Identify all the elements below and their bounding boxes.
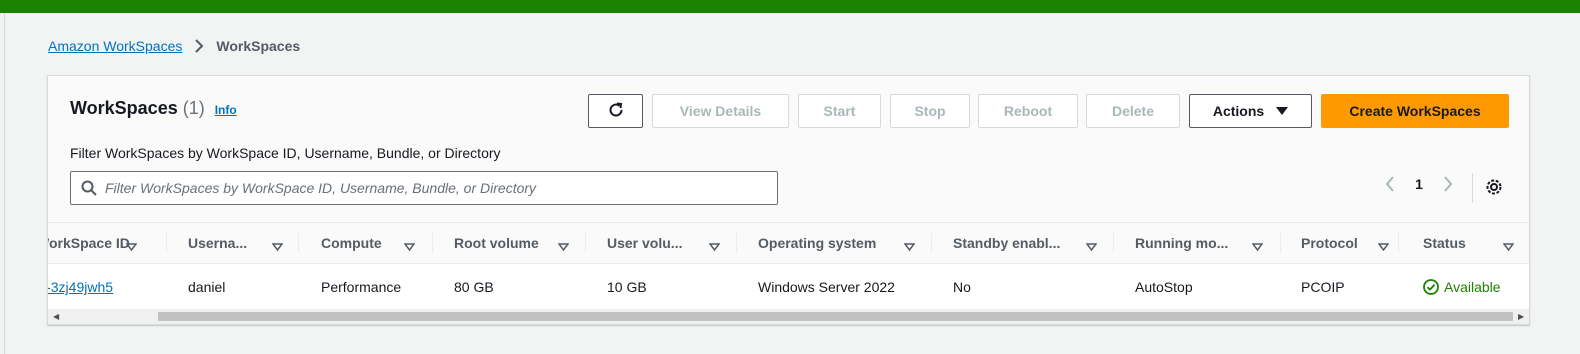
title-text: WorkSpaces — [70, 98, 178, 118]
cell-username: daniel — [188, 279, 226, 295]
divider — [1472, 173, 1473, 203]
column-label: Status — [1423, 235, 1466, 251]
search-box — [70, 171, 778, 205]
table-row[interactable]: ws-3zj49jwh5 daniel Performance 80 GB 10… — [48, 265, 1529, 309]
workspaces-panel: WorkSpaces (1) Info View Details Start S… — [47, 75, 1530, 325]
create-workspaces-button[interactable]: Create WorkSpaces — [1321, 94, 1509, 128]
cell-status: Available — [1423, 265, 1501, 309]
column-header-workspace-id[interactable]: WorkSpace ID — [48, 223, 158, 263]
workspace-id-link[interactable]: ws-3zj49jwh5 — [48, 279, 113, 295]
scroll-right-arrow-icon[interactable]: ▶ — [1518, 312, 1524, 321]
chevron-left-icon[interactable] — [1378, 176, 1402, 192]
cell-workspace-id: ws-3zj49jwh5 — [48, 265, 113, 309]
sort-caret-icon — [1377, 238, 1390, 254]
start-button[interactable]: Start — [798, 94, 881, 128]
sort-caret-icon — [1251, 238, 1264, 254]
column-header-compute[interactable]: Compute — [321, 223, 431, 263]
actions-dropdown[interactable]: Actions — [1189, 94, 1312, 128]
cell-protocol: PCOIP — [1301, 279, 1345, 295]
view-details-button[interactable]: View Details — [652, 94, 789, 128]
column-header-standby[interactable]: Standby enabl... — [953, 223, 1113, 263]
sort-caret-icon — [903, 238, 916, 254]
scroll-thumb[interactable] — [158, 312, 1513, 321]
scroll-left-arrow-icon[interactable]: ◀ — [53, 312, 59, 321]
table-header: WorkSpace ID Userna... Compute Root volu… — [48, 222, 1529, 264]
top-status-bar — [0, 0, 1580, 13]
chevron-right-icon — [194, 39, 204, 53]
breadcrumb-link-amazon-workspaces[interactable]: Amazon WorkSpaces — [48, 38, 182, 54]
delete-button[interactable]: Delete — [1086, 94, 1180, 128]
sort-caret-icon — [403, 238, 416, 254]
panel-header: WorkSpaces (1) Info View Details Start S… — [48, 76, 1529, 222]
status-text: Available — [1444, 279, 1501, 295]
filter-label: Filter WorkSpaces by WorkSpace ID, Usern… — [70, 145, 501, 161]
chevron-right-icon[interactable] — [1436, 176, 1460, 192]
cell-user-volume: 10 GB — [607, 279, 647, 295]
column-label: Compute — [321, 235, 382, 251]
info-link[interactable]: Info — [215, 103, 237, 117]
left-border — [4, 13, 5, 354]
check-circle-icon — [1423, 279, 1439, 295]
caret-down-icon — [1276, 107, 1289, 115]
column-label: Running mo... — [1135, 235, 1229, 251]
column-label: User volu... — [607, 235, 683, 251]
cell-compute: Performance — [321, 279, 402, 295]
pagination: 1 — [1378, 176, 1460, 192]
column-header-status[interactable]: Status — [1423, 223, 1523, 263]
column-label: Operating system — [758, 235, 877, 251]
cell-running-mode: AutoStop — [1135, 279, 1193, 295]
cell-operating-system: Windows Server 2022 — [758, 279, 895, 295]
cell-root-volume: 80 GB — [454, 279, 494, 295]
column-header-running-mode[interactable]: Running mo... — [1135, 223, 1285, 263]
column-label: Standby enabl... — [953, 235, 1061, 251]
search-input[interactable] — [105, 180, 745, 196]
column-header-root-volume[interactable]: Root volume — [454, 223, 574, 263]
column-header-username[interactable]: Userna... — [188, 223, 308, 263]
column-header-protocol[interactable]: Protocol — [1301, 223, 1401, 263]
sort-caret-icon — [557, 238, 570, 254]
sort-caret-icon — [708, 238, 721, 254]
cell-standby: No — [953, 279, 971, 295]
reboot-button[interactable]: Reboot — [978, 94, 1078, 128]
column-label: Protocol — [1301, 235, 1358, 251]
column-label: Root volume — [454, 235, 539, 251]
sort-caret-icon — [1085, 238, 1098, 254]
stop-button[interactable]: Stop — [890, 94, 970, 128]
column-label: Userna... — [188, 235, 248, 251]
refresh-button[interactable] — [588, 94, 643, 128]
actions-label: Actions — [1212, 103, 1265, 119]
column-header-operating-system[interactable]: Operating system — [758, 223, 928, 263]
table-body: ws-3zj49jwh5 daniel Performance 80 GB 10… — [48, 265, 1529, 309]
sort-caret-icon — [125, 238, 138, 254]
page-number[interactable]: 1 — [1402, 176, 1436, 192]
title-count: (1) — [182, 98, 205, 118]
search-icon — [81, 180, 97, 196]
breadcrumb: Amazon WorkSpaces WorkSpaces — [48, 38, 300, 54]
column-header-user-volume[interactable]: User volu... — [607, 223, 727, 263]
refresh-icon — [606, 100, 626, 123]
sort-caret-icon — [1502, 238, 1515, 254]
breadcrumb-current: WorkSpaces — [216, 38, 301, 54]
sort-caret-icon — [271, 238, 284, 254]
column-label: WorkSpace ID — [48, 235, 130, 251]
status-badge: Available — [1423, 279, 1501, 295]
page-title: WorkSpaces (1) Info — [70, 98, 237, 119]
gear-icon[interactable] — [1484, 177, 1504, 202]
horizontal-scrollbar[interactable]: ◀ ▶ — [48, 309, 1529, 324]
